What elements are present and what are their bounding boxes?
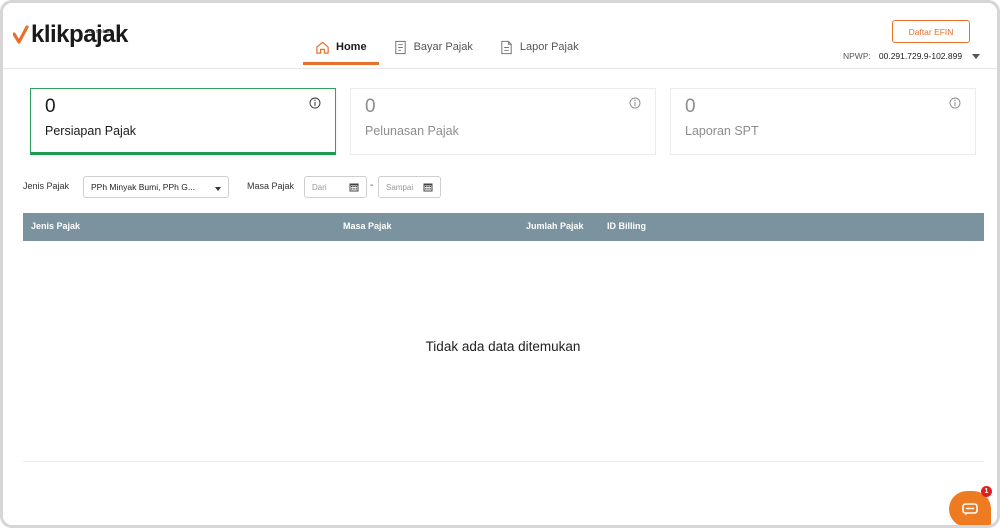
column-header-jenis-pajak[interactable]: Jenis Pajak <box>31 221 80 231</box>
chevron-down-icon <box>215 187 221 191</box>
nav-lapor-pajak-label: Lapor Pajak <box>519 41 579 53</box>
date-range-separator: - <box>370 180 374 191</box>
nav-home-label: Home <box>336 41 367 53</box>
app-window: klikpajak by mekari Home Bayar Pajak Lap… <box>0 0 1000 528</box>
document-icon <box>501 40 512 54</box>
main-nav: Home Bayar Pajak Lapor Pajak <box>303 29 593 65</box>
klikpajak-logo[interactable]: klikpajak <box>13 23 128 47</box>
info-icon[interactable] <box>309 97 321 109</box>
nav-home[interactable]: Home <box>303 29 379 65</box>
empty-state-message: Tidak ada data ditemukan <box>425 339 581 354</box>
chat-notification-badge: 1 <box>981 486 992 497</box>
chevron-down-icon <box>972 53 981 59</box>
date-from-input[interactable]: Dari <box>304 176 367 198</box>
receipt-icon <box>394 40 406 54</box>
npwp-label: NPWP: <box>843 51 871 61</box>
card-label: Pelunasan Pajak <box>365 124 459 138</box>
card-label: Persiapan Pajak <box>45 124 137 138</box>
card-pelunasan-pajak[interactable]: 0 Pelunasan Pajak <box>350 88 656 155</box>
nav-lapor-pajak[interactable]: Lapor Pajak <box>487 29 591 65</box>
column-header-jumlah-pajak[interactable]: Jumlah Pajak <box>526 221 584 231</box>
npwp-selector[interactable]: NPWP: 00.291.729.9-102.899 <box>843 51 981 61</box>
chat-bubble-icon <box>962 503 978 516</box>
jenis-pajak-select[interactable]: PPh Minyak Bumi, PPh G... <box>83 176 229 198</box>
brand-name: klikpajak <box>31 21 128 48</box>
checkmark-logo-icon <box>13 25 29 44</box>
date-from-placeholder: Dari <box>312 183 327 192</box>
calendar-icon <box>423 183 433 192</box>
card-count: 0 <box>365 96 376 117</box>
date-to-placeholder: Sampai <box>386 183 414 192</box>
npwp-value: 00.291.729.9-102.899 <box>878 51 963 61</box>
nav-bayar-pajak[interactable]: Bayar Pajak <box>381 29 485 65</box>
card-count: 0 <box>685 96 696 117</box>
table-bottom-divider <box>23 461 984 462</box>
table-header: Jenis Pajak Masa Pajak Jumlah Pajak ID B… <box>23 213 984 241</box>
brand-subtitle: by mekari <box>89 29 111 35</box>
column-header-masa-pajak[interactable]: Masa Pajak <box>343 221 392 231</box>
home-icon <box>316 41 329 54</box>
calendar-icon <box>349 183 359 192</box>
info-icon[interactable] <box>629 97 641 109</box>
card-laporan-spt[interactable]: 0 Laporan SPT <box>670 88 976 155</box>
jenis-pajak-value: PPh Minyak Bumi, PPh G... <box>91 182 195 192</box>
card-persiapan-pajak[interactable]: 0 Persiapan Pajak <box>30 88 336 155</box>
nav-bayar-pajak-label: Bayar Pajak <box>413 41 473 53</box>
column-header-id-billing[interactable]: ID Billing <box>607 221 646 231</box>
date-to-input[interactable]: Sampai <box>378 176 441 198</box>
masa-pajak-label: Masa Pajak <box>247 181 295 191</box>
daftar-efin-button[interactable]: Daftar EFIN <box>892 20 970 43</box>
card-label: Laporan SPT <box>685 124 759 138</box>
card-count: 0 <box>45 96 56 117</box>
jenis-pajak-label: Jenis Pajak <box>23 181 70 191</box>
info-icon[interactable] <box>949 97 961 109</box>
top-header: klikpajak by mekari Home Bayar Pajak Lap… <box>3 3 997 69</box>
